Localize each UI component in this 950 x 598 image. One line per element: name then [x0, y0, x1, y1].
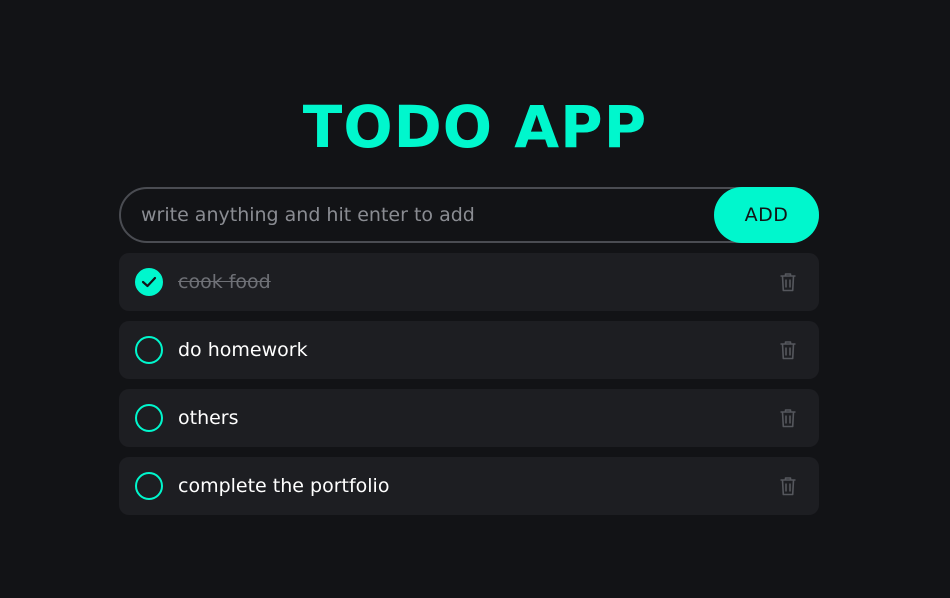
todo-text: do homework	[178, 339, 308, 361]
add-todo-form: ADD	[119, 187, 819, 243]
todo-list: cook food do homework others complete th…	[119, 253, 819, 525]
todo-text: others	[178, 407, 239, 429]
trash-icon[interactable]	[779, 340, 797, 360]
todo-app: TODO APP ADD cook food do homework	[0, 0, 950, 598]
todo-text: complete the portfolio	[178, 475, 390, 497]
todo-checkbox[interactable]	[135, 404, 163, 432]
trash-icon[interactable]	[779, 476, 797, 496]
page-title: TODO APP	[302, 93, 648, 161]
todo-text: cook food	[178, 271, 271, 293]
todo-checkbox[interactable]	[135, 268, 163, 296]
todo-item: cook food	[119, 253, 819, 311]
add-button[interactable]: ADD	[714, 187, 819, 243]
todo-item: others	[119, 389, 819, 447]
trash-icon[interactable]	[779, 408, 797, 428]
trash-icon[interactable]	[779, 272, 797, 292]
todo-item: complete the portfolio	[119, 457, 819, 515]
todo-item: do homework	[119, 321, 819, 379]
todo-checkbox[interactable]	[135, 472, 163, 500]
todo-checkbox[interactable]	[135, 336, 163, 364]
check-icon	[141, 276, 157, 288]
